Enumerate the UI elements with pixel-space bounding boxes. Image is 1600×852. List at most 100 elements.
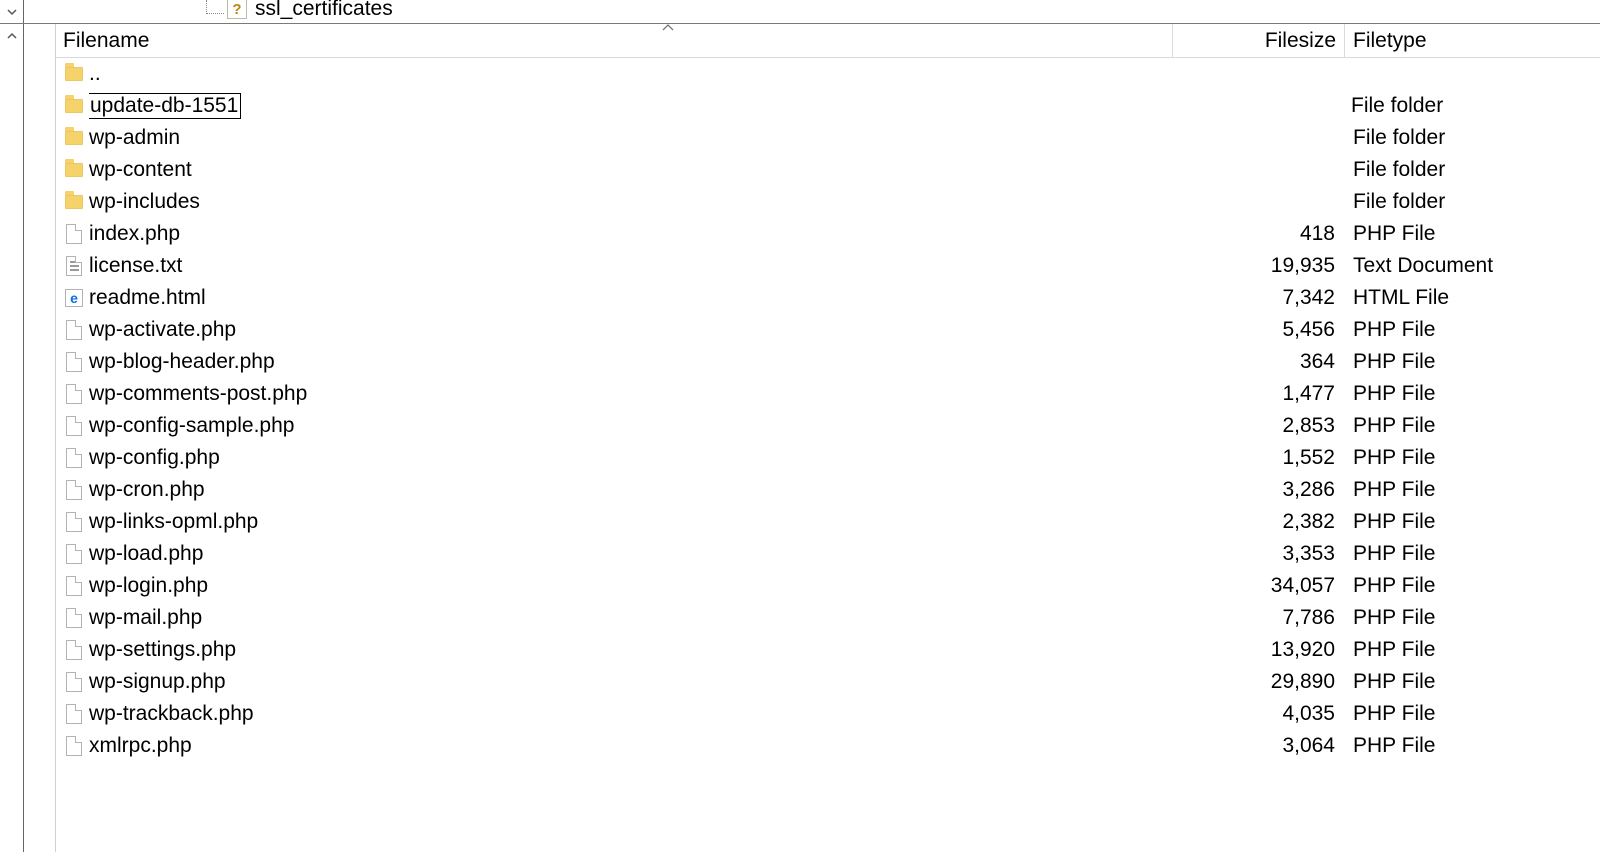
column-header-label: Filesize [1265, 29, 1336, 53]
generic-file-icon [66, 672, 82, 692]
filesize-cell: 4,035 [1173, 702, 1345, 726]
panel-divider[interactable] [24, 24, 56, 852]
row-icon-slot [63, 351, 85, 373]
generic-file-icon [66, 224, 82, 244]
generic-file-icon [66, 544, 82, 564]
filesize-cell: 2,382 [1173, 510, 1345, 534]
filetype-cell: PHP File [1345, 638, 1600, 662]
filetype-cell: PHP File [1345, 606, 1600, 630]
generic-file-icon [66, 384, 82, 404]
file-list-body[interactable]: ..update-db-1551File folderwp-adminFile … [56, 58, 1600, 852]
filetype-cell: PHP File [1345, 350, 1600, 374]
file-row[interactable]: xmlrpc.php3,064PHP File [56, 730, 1600, 762]
file-row[interactable]: wp-cron.php3,286PHP File [56, 474, 1600, 506]
tree-scroll-gutter [0, 0, 24, 23]
rename-input[interactable]: update-db-1551 [89, 93, 241, 119]
file-row[interactable]: wp-load.php3,353PHP File [56, 538, 1600, 570]
generic-file-icon [66, 320, 82, 340]
generic-file-icon [66, 448, 82, 468]
filetype-cell: PHP File [1345, 542, 1600, 566]
row-icon-slot [63, 191, 85, 213]
file-row[interactable]: update-db-1551File folder [56, 90, 1600, 122]
filesize-cell: 364 [1173, 350, 1345, 374]
tree-connector-line [206, 0, 224, 14]
filetype-cell: Text Document [1345, 254, 1600, 278]
row-icon-slot [63, 543, 85, 565]
file-row[interactable]: wp-trackback.php4,035PHP File [56, 698, 1600, 730]
filesize-cell: 13,920 [1173, 638, 1345, 662]
row-icon-slot [63, 319, 85, 341]
file-row[interactable]: wp-contentFile folder [56, 154, 1600, 186]
tree-item-label: ssl_certificates [255, 0, 393, 21]
file-row[interactable]: .. [56, 58, 1600, 90]
filename-cell: wp-includes [89, 190, 1173, 214]
file-row[interactable]: wp-config.php1,552PHP File [56, 442, 1600, 474]
filename-cell: wp-signup.php [89, 670, 1173, 694]
filesize-cell: 3,353 [1173, 542, 1345, 566]
filetype-cell: PHP File [1345, 510, 1600, 534]
row-icon-slot [63, 159, 85, 181]
row-icon-slot [63, 95, 85, 117]
filename-cell: wp-config-sample.php [89, 414, 1173, 438]
filename-cell: wp-content [89, 158, 1173, 182]
filetype-cell: HTML File [1345, 286, 1600, 310]
chevron-down-icon[interactable] [1, 1, 23, 23]
filetype-cell: File folder [1345, 126, 1600, 150]
folder-icon [65, 99, 83, 113]
file-row[interactable]: wp-signup.php29,890PHP File [56, 666, 1600, 698]
filename-cell: readme.html [89, 286, 1173, 310]
filesize-cell: 34,057 [1173, 574, 1345, 598]
file-row[interactable]: wp-comments-post.php1,477PHP File [56, 378, 1600, 410]
file-row[interactable]: license.txt19,935Text Document [56, 250, 1600, 282]
row-icon-slot [63, 671, 85, 693]
filesize-cell: 418 [1173, 222, 1345, 246]
filetype-cell: PHP File [1345, 702, 1600, 726]
filesize-cell: 3,286 [1173, 478, 1345, 502]
row-icon-slot [63, 255, 85, 277]
generic-file-icon [66, 352, 82, 372]
file-row[interactable]: wp-activate.php5,456PHP File [56, 314, 1600, 346]
column-header-row: Filename Filesize Filetype [56, 24, 1600, 58]
folder-icon [65, 67, 83, 81]
filesize-cell: 7,342 [1173, 286, 1345, 310]
generic-file-icon [66, 416, 82, 436]
column-header-label: Filename [63, 29, 149, 53]
filesize-cell: 7,786 [1173, 606, 1345, 630]
tree-item-ssl-certificates[interactable]: ? ssl_certificates [227, 0, 393, 21]
column-header-filesize[interactable]: Filesize [1173, 24, 1345, 57]
file-row[interactable]: index.php418PHP File [56, 218, 1600, 250]
generic-file-icon [66, 608, 82, 628]
filesize-cell: 3,064 [1173, 734, 1345, 758]
file-list-panel: Filename Filesize Filetype ..update-db-1… [56, 24, 1600, 852]
filesize-cell: 19,935 [1173, 254, 1345, 278]
folder-icon [65, 195, 83, 209]
column-header-filename[interactable]: Filename [56, 24, 1173, 57]
file-row[interactable]: wp-config-sample.php2,853PHP File [56, 410, 1600, 442]
row-icon-slot [63, 639, 85, 661]
filename-cell: wp-cron.php [89, 478, 1173, 502]
chevron-up-icon[interactable] [1, 25, 23, 47]
file-row[interactable]: wp-links-opml.php2,382PHP File [56, 506, 1600, 538]
column-header-filetype[interactable]: Filetype [1345, 24, 1600, 57]
filetype-cell: File folder [1345, 190, 1600, 214]
file-row[interactable]: wp-login.php34,057PHP File [56, 570, 1600, 602]
file-row[interactable]: wp-includes File folder [56, 186, 1600, 218]
row-icon-slot: e [63, 287, 85, 309]
filename-cell: wp-settings.php [89, 638, 1173, 662]
file-row[interactable]: wp-adminFile folder [56, 122, 1600, 154]
file-row[interactable]: wp-settings.php13,920PHP File [56, 634, 1600, 666]
generic-file-icon [66, 576, 82, 596]
file-row[interactable]: wp-mail.php7,786PHP File [56, 602, 1600, 634]
row-icon-slot [63, 479, 85, 501]
filename-cell: wp-activate.php [89, 318, 1173, 342]
filesize-cell: 1,552 [1173, 446, 1345, 470]
file-row[interactable]: wp-blog-header.php364PHP File [56, 346, 1600, 378]
filetype-cell: PHP File [1345, 318, 1600, 342]
filename-cell: xmlrpc.php [89, 734, 1173, 758]
filetype-cell: PHP File [1345, 670, 1600, 694]
html-file-icon: e [65, 289, 83, 307]
file-row[interactable]: e readme.html7,342HTML File [56, 282, 1600, 314]
filename-cell[interactable]: update-db-1551 [89, 93, 1171, 119]
sort-ascending-icon [661, 22, 675, 32]
filetype-cell: PHP File [1345, 222, 1600, 246]
